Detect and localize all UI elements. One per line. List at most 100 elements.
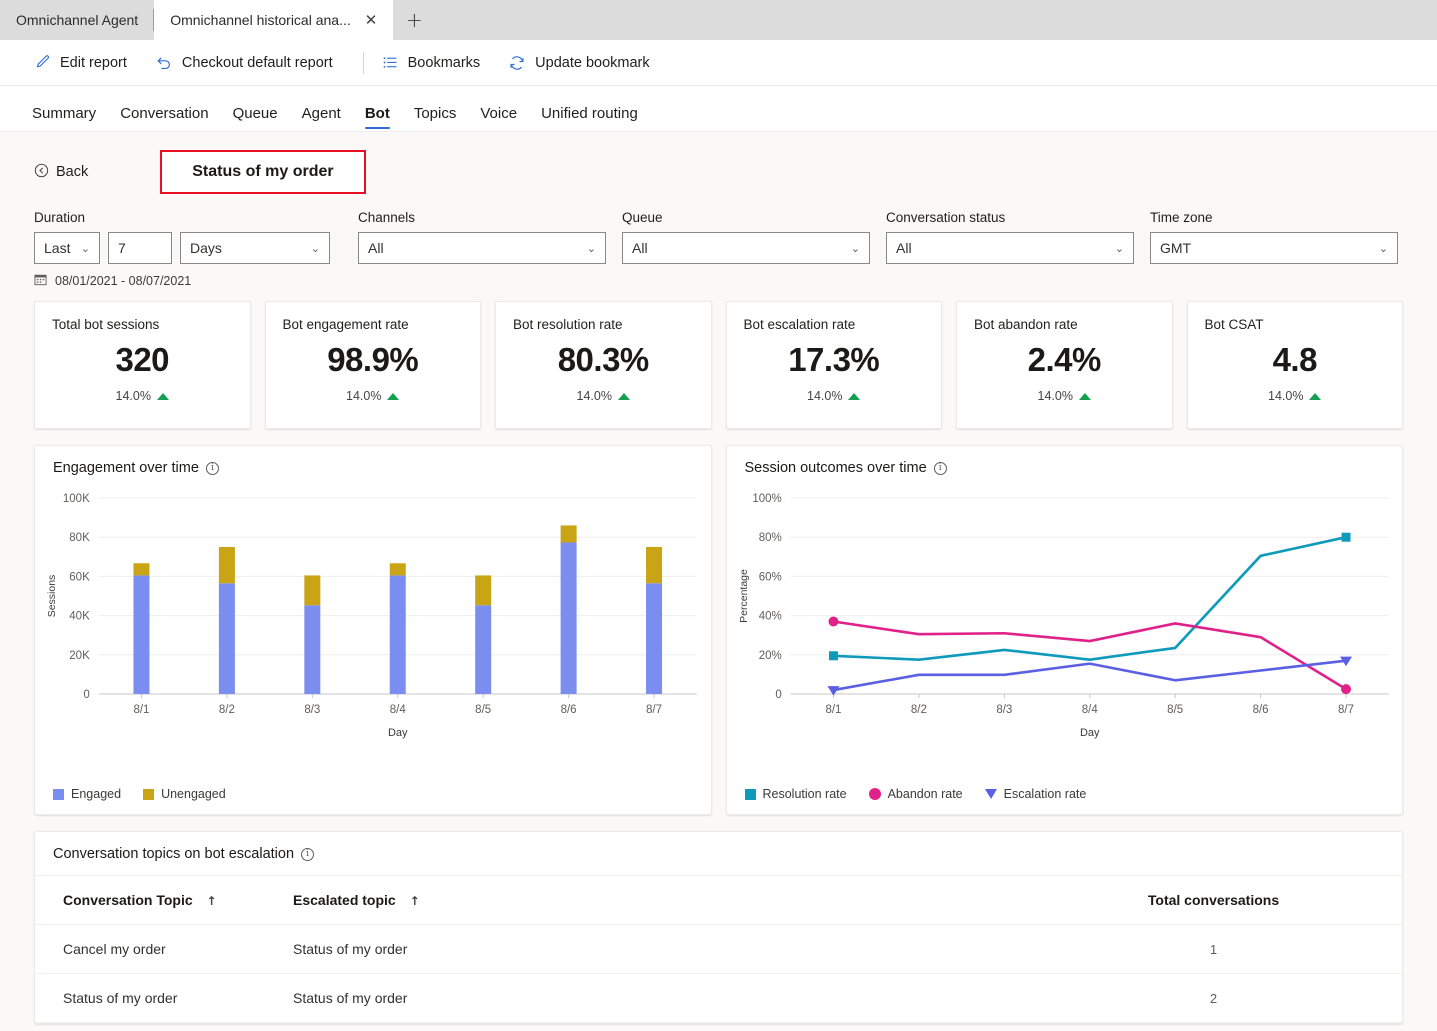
close-icon[interactable]: ✕ bbox=[365, 12, 378, 28]
kpi-value: 98.9% bbox=[327, 341, 419, 378]
svg-text:100%: 100% bbox=[752, 493, 781, 505]
kpi-trend-value: 14.0% bbox=[576, 389, 612, 403]
conversation-status-select[interactable]: All ⌄ bbox=[886, 232, 1134, 264]
column-header-total-conversations[interactable]: Total conversations bbox=[1025, 876, 1402, 925]
svg-text:60K: 60K bbox=[69, 571, 90, 583]
chart-title: Session outcomes over time bbox=[744, 460, 927, 476]
engagement-over-time-panel: Engagement over time i 0 20K 40K 60K 80K 100K… bbox=[34, 445, 712, 815]
svg-text:Sessions: Sessions bbox=[46, 575, 58, 618]
legend-item-resolution-rate[interactable]: Resolution rate bbox=[744, 787, 847, 801]
info-icon[interactable]: i bbox=[205, 461, 219, 475]
svg-text:8/3: 8/3 bbox=[304, 704, 320, 716]
legend-item-escalation-rate[interactable]: Escalation rate bbox=[984, 787, 1087, 801]
legend-item-engaged[interactable]: Engaged bbox=[53, 787, 121, 801]
command-label: Edit report bbox=[60, 54, 127, 71]
svg-text:80K: 80K bbox=[69, 532, 90, 544]
duration-unit-select[interactable]: Days ⌄ bbox=[180, 232, 330, 264]
cell-escalated-topic: Status of my order bbox=[265, 973, 1025, 1023]
cell-conversation-topic: Status of my order bbox=[35, 973, 265, 1023]
calendar-icon bbox=[34, 273, 47, 289]
column-label: Conversation Topic bbox=[63, 892, 193, 908]
tab-conversation[interactable]: Conversation bbox=[108, 105, 220, 131]
info-icon[interactable]: i bbox=[933, 461, 947, 475]
command-bar: Edit report Checkout default report Book… bbox=[0, 40, 1437, 86]
kpi-title: Bot escalation rate bbox=[743, 317, 856, 332]
column-header-escalated-topic[interactable]: Escalated topic ↑ bbox=[265, 876, 1025, 925]
legend-item-unengaged[interactable]: Unengaged bbox=[143, 787, 226, 801]
kpi-trend-value: 14.0% bbox=[115, 389, 151, 403]
svg-text:8/7: 8/7 bbox=[1338, 704, 1354, 716]
kpi-card-bot-escalation-rate: Bot escalation rate 17.3% 14.0% bbox=[725, 301, 942, 429]
kpi-card-row: Total bot sessions 320 14.0% Bot engagem… bbox=[0, 289, 1437, 429]
tab-topics[interactable]: Topics bbox=[402, 105, 469, 131]
chevron-down-icon: ⌄ bbox=[310, 241, 320, 255]
back-button[interactable]: Back bbox=[34, 163, 88, 182]
svg-text:0: 0 bbox=[775, 689, 781, 701]
duration-unit-value: Days bbox=[190, 240, 222, 256]
browser-tab-label: Omnichannel Agent bbox=[16, 12, 139, 28]
chevron-down-icon: ⌄ bbox=[850, 241, 860, 255]
trend-up-icon bbox=[617, 392, 630, 400]
legend-swatch bbox=[744, 788, 756, 800]
kpi-trend: 14.0% bbox=[577, 389, 630, 403]
channels-label: Channels bbox=[358, 210, 416, 225]
svg-text:40K: 40K bbox=[69, 611, 90, 623]
tab-agent[interactable]: Agent bbox=[290, 105, 353, 131]
tab-summary[interactable]: Summary bbox=[32, 105, 108, 131]
svg-text:8/7: 8/7 bbox=[646, 704, 662, 716]
duration-amount-input[interactable]: 7 bbox=[108, 232, 172, 264]
chevron-down-icon: ⌄ bbox=[1114, 241, 1124, 255]
browser-tab-omnichannel-agent[interactable]: Omnichannel Agent bbox=[0, 0, 155, 40]
browser-tab-omnichannel-historical-analytics[interactable]: Omnichannel historical ana... ✕ bbox=[154, 0, 394, 40]
outcomes-chart-title-row: Session outcomes over time i bbox=[727, 446, 1403, 476]
chart-title: Engagement over time bbox=[53, 460, 199, 476]
browser-tab-strip: Omnichannel Agent Omnichannel historical… bbox=[0, 0, 1437, 40]
kpi-title: Bot resolution rate bbox=[513, 317, 623, 332]
time-zone-select[interactable]: GMT ⌄ bbox=[1150, 232, 1398, 264]
svg-text:8/2: 8/2 bbox=[910, 704, 926, 716]
svg-text:8/1: 8/1 bbox=[825, 704, 841, 716]
kpi-trend-value: 14.0% bbox=[1268, 389, 1304, 403]
legend-label: Engaged bbox=[71, 787, 122, 801]
duration-relative-value: Last bbox=[44, 240, 71, 256]
cell-total-conversations: 1 bbox=[1025, 924, 1402, 974]
engagement-chart-title-row: Engagement over time i bbox=[35, 446, 711, 476]
back-label: Back bbox=[56, 164, 89, 180]
trend-up-icon bbox=[848, 392, 861, 400]
legend-label: Escalation rate bbox=[1003, 787, 1087, 801]
refresh-icon bbox=[508, 54, 526, 72]
legend-label: Resolution rate bbox=[762, 787, 847, 801]
kpi-card-bot-abandon-rate: Bot abandon rate 2.4% 14.0% bbox=[956, 301, 1173, 429]
tab-bot[interactable]: Bot bbox=[353, 105, 402, 131]
new-tab-button[interactable]: + bbox=[393, 0, 435, 40]
legend-swatch bbox=[984, 789, 997, 799]
pencil-icon bbox=[34, 54, 51, 71]
svg-text:Day: Day bbox=[388, 727, 408, 739]
svg-text:Day: Day bbox=[1079, 727, 1099, 739]
queue-select[interactable]: All ⌄ bbox=[622, 232, 870, 264]
tab-voice[interactable]: Voice bbox=[468, 105, 529, 131]
svg-text:8/6: 8/6 bbox=[1252, 704, 1268, 716]
edit-report-button[interactable]: Edit report bbox=[34, 48, 139, 77]
table-row[interactable]: Cancel my order Status of my order 1 bbox=[35, 924, 1402, 974]
drilldown-header: Back Status of my order bbox=[0, 132, 1437, 194]
cell-conversation-topic: Cancel my order bbox=[35, 924, 265, 974]
column-header-conversation-topic[interactable]: Conversation Topic ↑ bbox=[35, 876, 265, 925]
svg-text:8/4: 8/4 bbox=[390, 704, 407, 716]
tab-unified-routing[interactable]: Unified routing bbox=[529, 105, 650, 131]
report-nav-tabs: Summary Conversation Queue Agent Bot Top… bbox=[0, 86, 1437, 132]
checkout-default-report-button[interactable]: Checkout default report bbox=[155, 48, 345, 78]
table-row[interactable]: Status of my order Status of my order 2 bbox=[35, 973, 1402, 1023]
channels-select[interactable]: All ⌄ bbox=[358, 232, 606, 264]
duration-relative-select[interactable]: Last ⌄ bbox=[34, 232, 100, 264]
cell-escalated-topic: Status of my order bbox=[265, 924, 1025, 974]
legend-item-abandon-rate[interactable]: Abandon rate bbox=[868, 787, 963, 801]
kpi-trend: 14.0% bbox=[807, 389, 861, 403]
tab-queue[interactable]: Queue bbox=[221, 105, 290, 131]
conversation-status-value: All bbox=[896, 240, 912, 256]
table-header-row: Conversation Topic ↑ Escalated topic ↑ T… bbox=[35, 876, 1402, 925]
bookmarks-button[interactable]: Bookmarks bbox=[382, 48, 493, 77]
info-icon[interactable]: i bbox=[301, 847, 315, 861]
svg-text:8/5: 8/5 bbox=[1167, 704, 1183, 716]
update-bookmark-button[interactable]: Update bookmark bbox=[508, 48, 661, 78]
